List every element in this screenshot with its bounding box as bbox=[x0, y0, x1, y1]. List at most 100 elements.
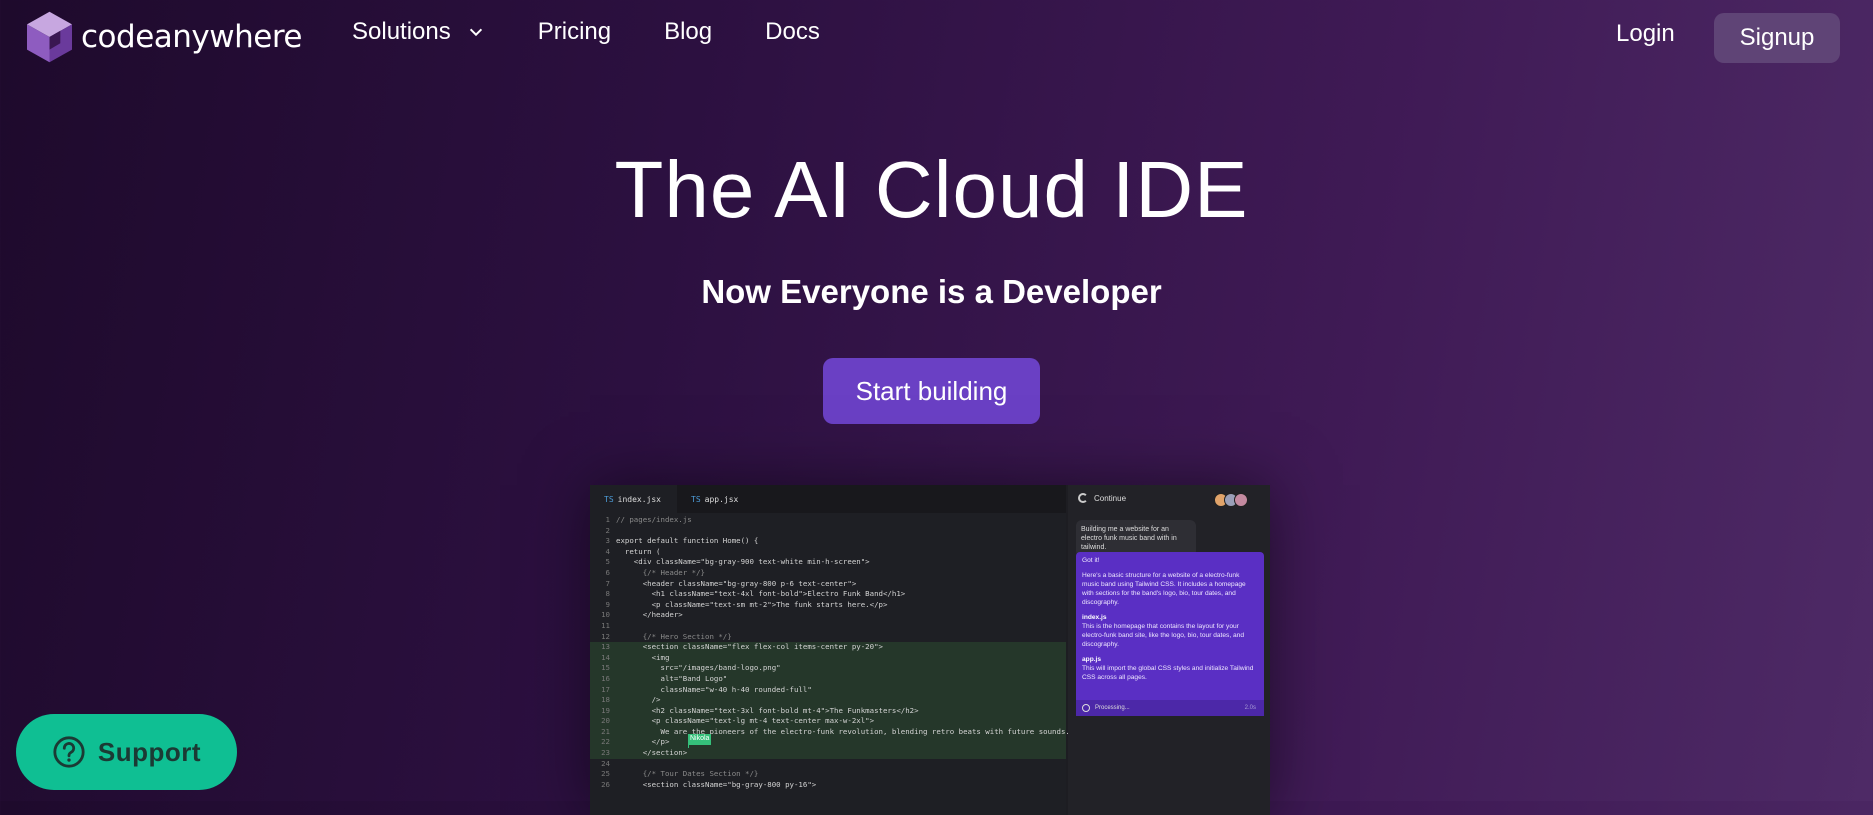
line-number: 1 bbox=[605, 515, 610, 524]
chat-title: Continue bbox=[1094, 493, 1127, 503]
code-line: 13 <section className="flex flex-col ite… bbox=[590, 642, 1066, 653]
code-line: 11 bbox=[590, 621, 1066, 632]
code-line: 3 export default function Home() { bbox=[590, 536, 1066, 547]
file1-name: index.js bbox=[1082, 614, 1107, 621]
code-line: 16 alt="Band Logo" bbox=[590, 673, 1066, 685]
code-line: 25 {/* Tour Dates Section */} bbox=[590, 769, 1066, 780]
code-line: 22 </p> Nikola bbox=[590, 734, 1066, 760]
line-text: <header className="bg-gray-800 p-6 text-… bbox=[616, 578, 857, 588]
nav-links: Solutions Pricing Blog Docs bbox=[352, 18, 873, 46]
line-number: 17 bbox=[601, 684, 610, 694]
nav-blog[interactable]: Blog bbox=[664, 18, 712, 46]
code-line: 14 <img bbox=[590, 652, 1066, 664]
line-text: </header> bbox=[616, 610, 683, 620]
line-text: className="w-40 h-40 rounded-full" bbox=[616, 684, 812, 694]
code-line: 5 <div className="bg-gray-900 text-white… bbox=[590, 557, 1066, 568]
line-number: 26 bbox=[601, 779, 610, 789]
line-number: 19 bbox=[601, 705, 610, 715]
line-text: alt="Band Logo" bbox=[616, 673, 728, 683]
code-line: 8 <h1 className="text-4xl font-bold">Ele… bbox=[590, 589, 1066, 600]
processing-status: Processing... 2.0s bbox=[1076, 700, 1264, 716]
line-text: {/* Hero Section */} bbox=[616, 631, 732, 641]
line-text: export default function Home() { bbox=[616, 536, 759, 546]
code-editor: TS index.jsx TS app.jsx 1 // pages/index.… bbox=[590, 485, 1070, 815]
nav-solutions[interactable]: Solutions bbox=[352, 18, 485, 46]
chat-header: Continue bbox=[1068, 485, 1270, 511]
line-text: /> bbox=[616, 695, 661, 705]
ts-file-icon: TS bbox=[691, 494, 701, 504]
line-number: 25 bbox=[601, 769, 610, 779]
line-text: {/* Header */} bbox=[616, 567, 705, 577]
codeanywhere-logo-icon bbox=[27, 11, 72, 63]
line-text: src="/images/band-logo.png" bbox=[616, 663, 781, 673]
code-line: 9 <p className="text-sm mt-2">The funk s… bbox=[590, 600, 1066, 611]
signup-button[interactable]: Signup bbox=[1714, 13, 1840, 63]
line-number: 6 bbox=[605, 567, 610, 577]
logo[interactable]: codeanywhere bbox=[22, 10, 302, 64]
tab-app-jsx[interactable]: TS app.jsx bbox=[677, 485, 754, 513]
line-number: 18 bbox=[601, 695, 610, 705]
line-text: <p className="text-sm mt-2">The funk sta… bbox=[616, 599, 888, 609]
line-text: We are the pioneers of the electro-funk … bbox=[616, 726, 1070, 736]
top-nav: codeanywhere Solutions Pricing Blog Docs… bbox=[0, 0, 1873, 74]
assistant-message: Got it! Here's a basic structure for a w… bbox=[1076, 552, 1264, 716]
line-number: 15 bbox=[601, 663, 610, 673]
line-number: 24 bbox=[601, 758, 610, 768]
file2-name: app.js bbox=[1082, 656, 1102, 663]
code-line: 21 We are the pioneers of the electro-fu… bbox=[590, 726, 1070, 738]
code-line: 10 </header> bbox=[590, 610, 1066, 621]
line-text: <img bbox=[616, 652, 670, 662]
code-line: 17 className="w-40 h-40 rounded-full" bbox=[590, 684, 1066, 696]
ai-chat-panel: Continue Building me a website for an el… bbox=[1068, 485, 1270, 815]
spinner-icon bbox=[1082, 704, 1090, 712]
line-text: </section> bbox=[616, 748, 688, 758]
code-area[interactable]: 1 // pages/index.js 2 3 export default funct… bbox=[590, 515, 1070, 791]
support-button[interactable]: Support bbox=[16, 714, 237, 790]
nav-solutions-label: Solutions bbox=[352, 18, 451, 45]
logo-text: codeanywhere bbox=[81, 19, 302, 55]
avatar bbox=[1234, 493, 1248, 507]
code-line: 7 <header className="bg-gray-800 p-6 tex… bbox=[590, 579, 1066, 590]
code-line: 4 return ( bbox=[590, 547, 1066, 558]
code-line: 23 </section> bbox=[590, 748, 1066, 759]
hero-subtitle: Now Everyone is a Developer bbox=[701, 273, 1162, 310]
line-number: 9 bbox=[605, 599, 610, 609]
line-number: 20 bbox=[601, 716, 610, 726]
line-text: // pages/index.js bbox=[616, 515, 692, 524]
line-text: <section className="flex flex-col items-… bbox=[616, 642, 883, 652]
tab-index-jsx[interactable]: TS index.jsx bbox=[590, 485, 677, 513]
line-text: </p> bbox=[616, 737, 670, 747]
status-text: Processing... bbox=[1095, 704, 1130, 711]
code-line: 2 bbox=[590, 526, 1066, 537]
login-link[interactable]: Login bbox=[1616, 20, 1675, 48]
file2-description: This will import the global CSS styles a… bbox=[1082, 665, 1254, 681]
line-number: 10 bbox=[601, 610, 610, 620]
line-number: 14 bbox=[601, 652, 610, 662]
support-label: Support bbox=[97, 736, 202, 767]
hero-title: The AI Cloud IDE bbox=[614, 145, 1249, 234]
tab-label: index.jsx bbox=[617, 494, 661, 504]
nav-pricing[interactable]: Pricing bbox=[538, 18, 611, 46]
line-text: <div className="bg-gray-900 text-white m… bbox=[616, 557, 870, 567]
line-number: 8 bbox=[605, 589, 610, 599]
bot-intro: Got it! bbox=[1082, 557, 1100, 564]
ide-preview: TS index.jsx TS app.jsx 1 // pages/index.… bbox=[590, 485, 1270, 815]
bot-description: Here's a basic structure for a website o… bbox=[1082, 572, 1246, 606]
line-text: <section className="bg-gray-800 py-16"> bbox=[616, 779, 817, 789]
chevron-down-icon bbox=[469, 28, 482, 37]
line-text: <p className="text-lg mt-4 text-center m… bbox=[616, 716, 875, 726]
line-text: <h1 className="text-4xl font-bold">Elect… bbox=[616, 589, 906, 599]
line-number: 3 bbox=[605, 536, 610, 546]
status-time: 2.0s bbox=[1244, 704, 1256, 711]
collaborator-avatars bbox=[1214, 493, 1248, 507]
code-line: 24 bbox=[590, 759, 1066, 770]
line-number: 5 bbox=[605, 557, 610, 567]
line-number: 23 bbox=[601, 748, 610, 758]
continue-icon bbox=[1078, 493, 1088, 503]
start-building-button[interactable]: Start building bbox=[823, 358, 1040, 424]
code-line: 12 {/* Hero Section */} bbox=[590, 632, 1066, 643]
nav-docs[interactable]: Docs bbox=[765, 18, 820, 46]
code-line: 26 <section className="bg-gray-800 py-16… bbox=[590, 780, 1066, 791]
line-number: 22 bbox=[601, 737, 610, 747]
code-line: 15 src="/images/band-logo.png" bbox=[590, 663, 1066, 674]
